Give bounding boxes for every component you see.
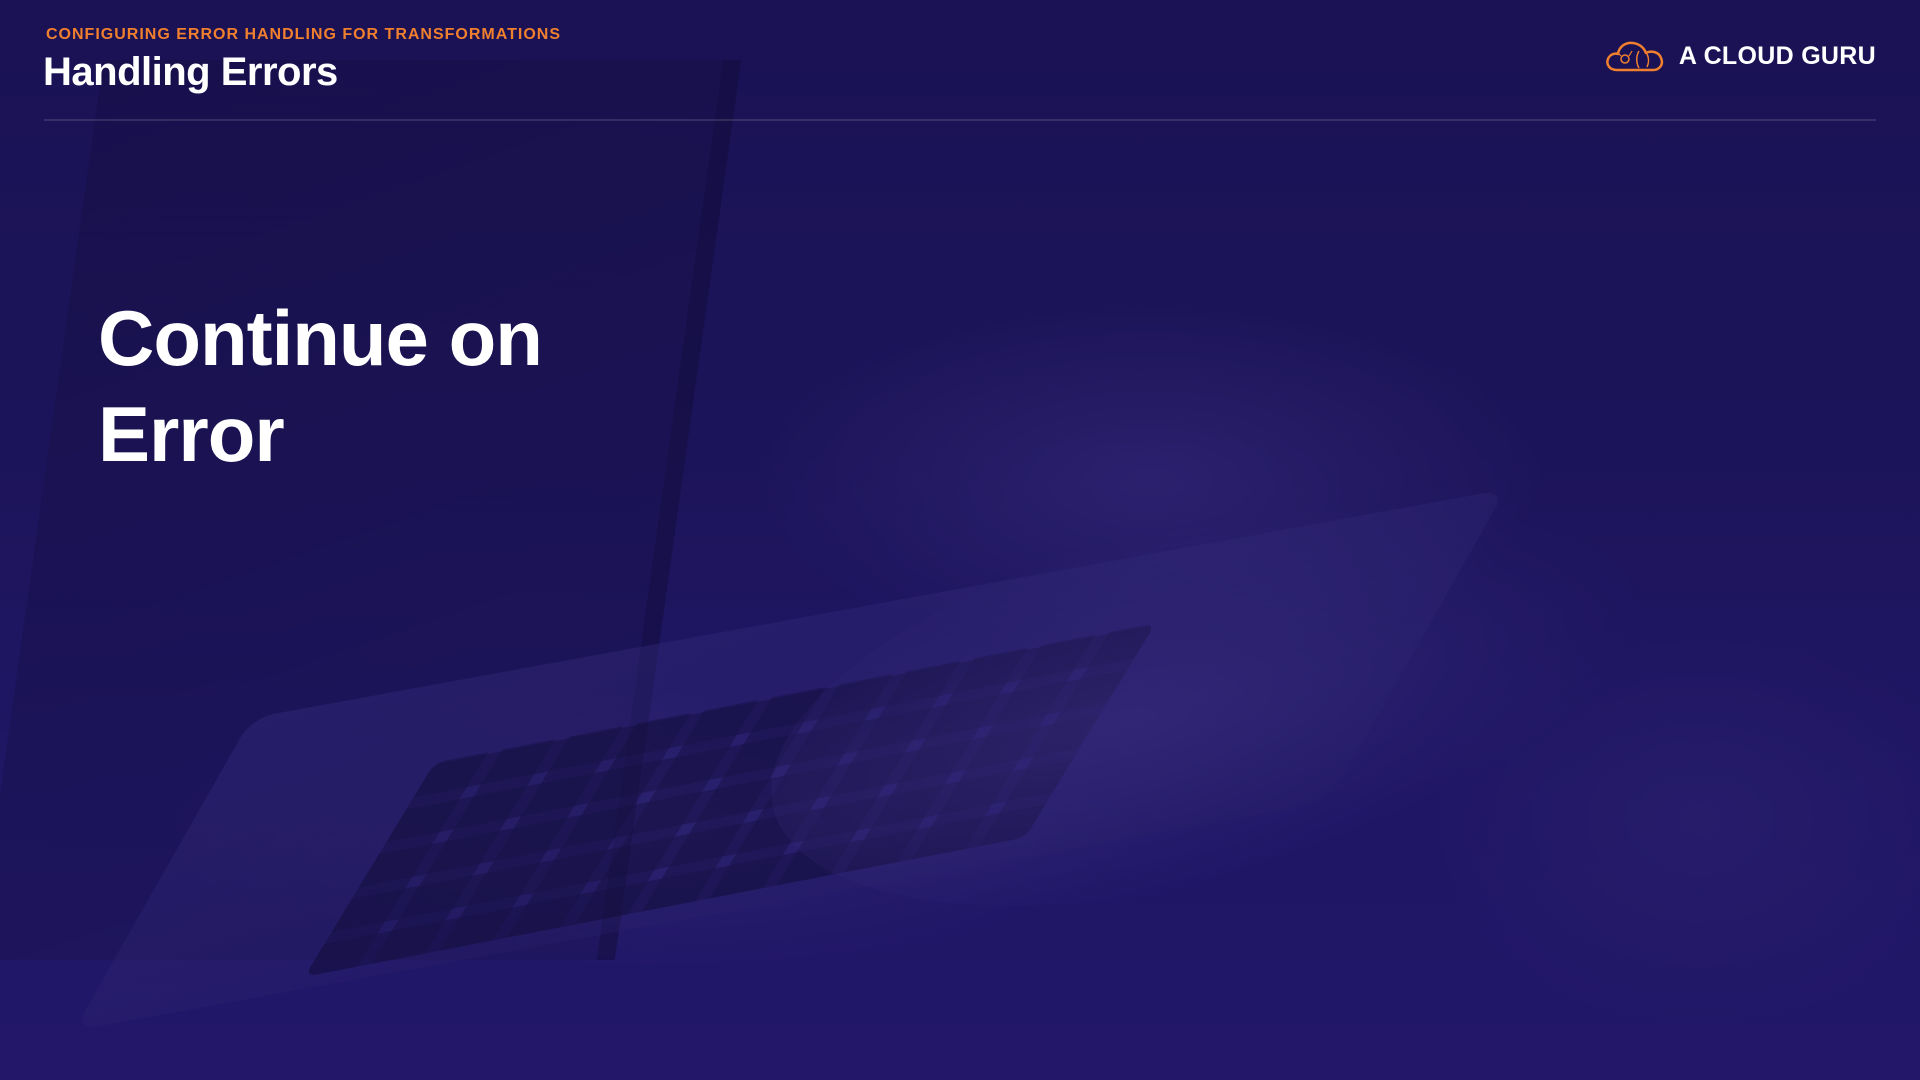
main-title-line-1: Continue on <box>98 294 543 382</box>
slide: CONFIGURING ERROR HANDLING FOR TRANSFORM… <box>0 0 1920 1080</box>
cloud-logo-icon <box>1606 41 1663 72</box>
main-title-line-2: Error <box>98 390 285 478</box>
laptop-base-shape <box>73 489 1507 1031</box>
laptop-screen-shape <box>0 60 742 960</box>
slide-header-title: Handling Errors <box>43 50 338 94</box>
brand-lockup: A CLOUD GURU <box>1603 36 1876 76</box>
color-overlay <box>0 0 1920 1080</box>
hand-shape <box>729 416 1691 984</box>
header-divider <box>44 119 1876 121</box>
background-photo <box>0 0 1920 1080</box>
section-kicker: CONFIGURING ERROR HANDLING FOR TRANSFORM… <box>46 26 562 43</box>
brand-name: A CLOUD GURU <box>1678 41 1876 70</box>
slide-main-title: Continue on Error <box>98 290 798 482</box>
keyboard-shape <box>304 623 1156 977</box>
